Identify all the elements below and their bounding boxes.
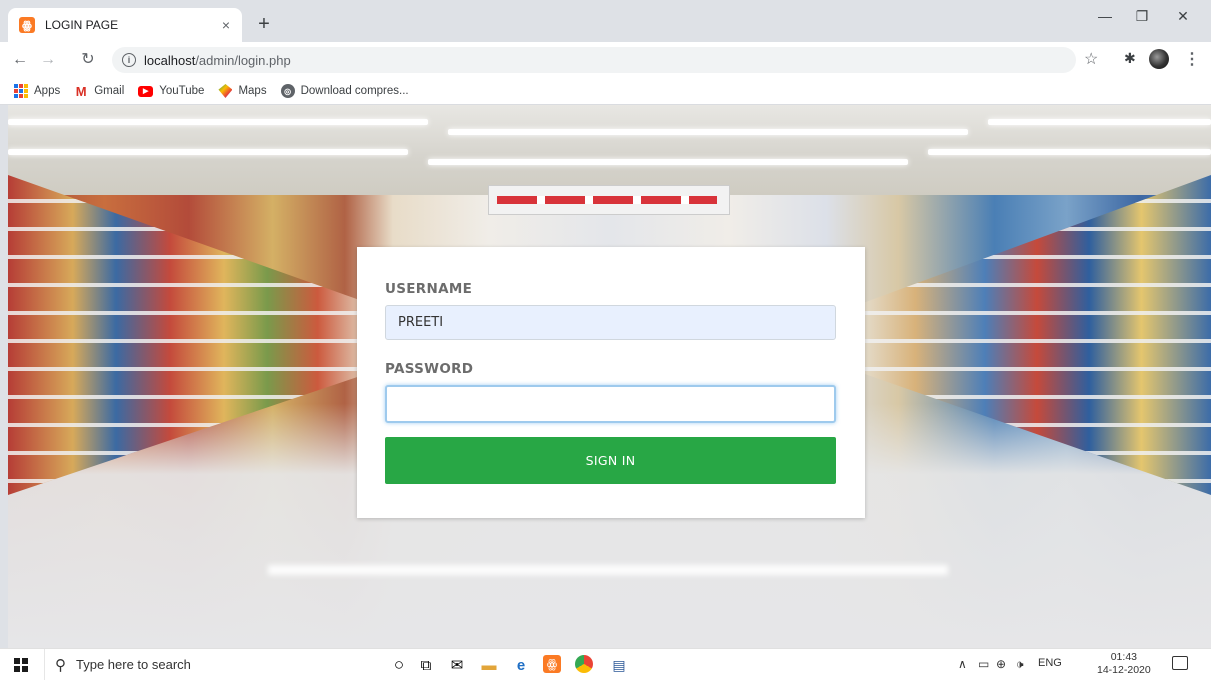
search-icon: ⚲ xyxy=(55,656,66,674)
bookmark-gmail[interactable]: M Gmail xyxy=(74,83,124,99)
ceiling-light xyxy=(448,129,968,135)
close-tab-icon[interactable]: × xyxy=(216,17,236,33)
forward-icon[interactable]: → xyxy=(36,48,60,72)
mail-icon[interactable]: ✉ xyxy=(447,655,467,675)
back-icon[interactable]: ← xyxy=(8,48,32,72)
browser-tab[interactable]: ꙮ LOGIN PAGE × xyxy=(8,8,242,42)
windows-start-icon[interactable] xyxy=(14,658,28,672)
aisle-sign xyxy=(488,185,730,215)
address-bar[interactable]: i localhost/admin/login.php xyxy=(112,47,1076,73)
login-card: USERNAME PREETI PASSWORD SIGN IN xyxy=(357,247,865,518)
background-shelf-left xyxy=(8,175,368,495)
browser-toolbar: ← → ↻ i localhost/admin/login.php ☆ ✱ ⋮ xyxy=(0,42,1211,78)
word-icon[interactable]: ▤ xyxy=(609,655,629,675)
restore-icon[interactable]: ❐ xyxy=(1127,8,1157,25)
xampp-icon: ꙮ xyxy=(19,17,35,33)
globe-icon: ◎ xyxy=(280,84,295,98)
bookmark-youtube[interactable]: ▶ YouTube xyxy=(138,85,204,97)
bookmark-maps[interactable]: Maps xyxy=(218,84,267,98)
tab-strip: ꙮ LOGIN PAGE × + — ❐ ✕ xyxy=(0,0,1211,42)
notification-icon[interactable] xyxy=(1172,656,1188,670)
password-input[interactable] xyxy=(385,385,836,423)
bookmark-star-icon[interactable]: ☆ xyxy=(1084,49,1098,69)
extensions-icon[interactable]: ✱ xyxy=(1124,50,1136,67)
minimize-icon[interactable]: — xyxy=(1090,8,1120,24)
username-input[interactable]: PREETI xyxy=(385,305,836,340)
avatar[interactable] xyxy=(1149,49,1169,69)
language-indicator[interactable]: ENG xyxy=(1038,657,1062,669)
ceiling-light xyxy=(428,159,908,165)
ceiling-light xyxy=(928,149,1211,155)
cortana-icon[interactable]: ○ xyxy=(389,655,409,675)
clock[interactable]: 01:43 14-12-2020 xyxy=(1097,651,1151,677)
gmail-icon: M xyxy=(75,83,87,99)
bookmark-download[interactable]: ◎ Download compres... xyxy=(280,84,409,98)
apps-grid-icon xyxy=(14,84,28,98)
file-explorer-icon[interactable]: ▬ xyxy=(479,655,499,675)
ceiling-light xyxy=(8,149,408,155)
chrome-icon[interactable] xyxy=(575,655,593,673)
background-shelf-right xyxy=(863,175,1211,495)
maps-icon xyxy=(218,84,233,98)
reload-icon[interactable]: ↻ xyxy=(76,48,100,72)
ceiling-light xyxy=(8,119,428,125)
tab-title: LOGIN PAGE xyxy=(45,18,119,32)
volume-icon[interactable]: 🕩 xyxy=(1016,657,1024,672)
bookmark-apps[interactable]: Apps xyxy=(14,84,60,98)
sign-in-button[interactable]: SIGN IN xyxy=(385,437,836,484)
username-label: USERNAME xyxy=(385,281,473,297)
menu-icon[interactable]: ⋮ xyxy=(1184,49,1200,69)
page-viewport: USERNAME PREETI PASSWORD SIGN IN xyxy=(8,105,1211,648)
battery-icon[interactable]: ▭ xyxy=(978,657,989,671)
url-text[interactable]: localhost/admin/login.php xyxy=(144,53,291,68)
clock-time: 01:43 xyxy=(1110,651,1137,663)
close-window-icon[interactable]: ✕ xyxy=(1168,8,1198,25)
xampp-icon[interactable]: ꙮ xyxy=(543,655,561,673)
bookmarks-bar: Apps M Gmail ▶ YouTube Maps ◎ Download c… xyxy=(0,78,1211,105)
chevron-up-icon[interactable]: ∧ xyxy=(958,657,967,671)
ceiling-light xyxy=(988,119,1211,125)
floor-reflection xyxy=(268,565,948,575)
network-icon[interactable]: ⊕ xyxy=(996,657,1006,671)
password-label: PASSWORD xyxy=(385,361,474,377)
taskbar-search[interactable]: ⚲ Type here to search xyxy=(44,649,375,680)
clock-date: 14-12-2020 xyxy=(1097,664,1151,676)
edge-icon[interactable]: e xyxy=(511,655,531,675)
task-view-icon[interactable]: ⧉ xyxy=(416,655,436,675)
youtube-icon: ▶ xyxy=(138,85,154,97)
info-icon[interactable]: i xyxy=(122,53,136,67)
taskbar: ⚲ Type here to search ○ ⧉ ✉ ▬ e ꙮ ▤ ∧ ▭ … xyxy=(0,648,1211,680)
new-tab-button[interactable]: + xyxy=(252,12,276,36)
